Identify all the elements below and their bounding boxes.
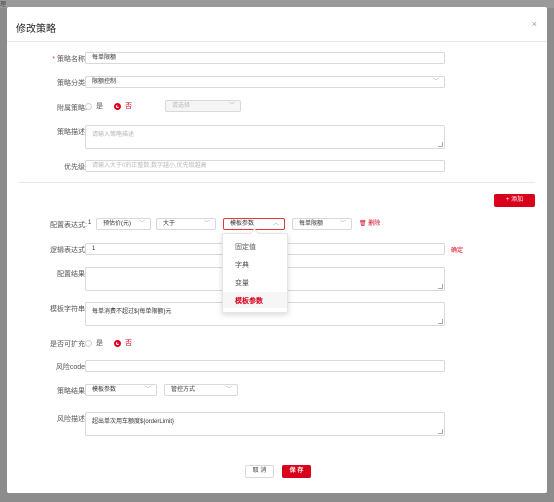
radio-circle (85, 102, 92, 110)
strategy-result-select-2[interactable]: 管控方式 ﹀ (164, 384, 238, 396)
radio-circle-checked (114, 102, 121, 110)
logic-expression-label: 逻辑表达式: (50, 247, 87, 254)
risk-code-input[interactable] (85, 360, 445, 372)
template-string-label: 模板字符串: (50, 306, 87, 313)
config-result-label: 配置结果: (57, 271, 87, 278)
section-divider (19, 182, 535, 183)
cancel-button[interactable]: 取 消 (245, 465, 274, 478)
value-type-dropdown: 固定值 字典 变量 模板参数 (222, 228, 288, 313)
config-index: 1 (88, 220, 92, 226)
extendable-label: 是否可扩充: (50, 341, 87, 348)
chevron-down-icon: ﹀ (203, 221, 210, 227)
confirm-logic-button[interactable]: 确定 (451, 245, 463, 254)
background-text: 理 (0, 2, 7, 8)
attached-strategy-label: 附属策略: (57, 105, 87, 112)
chevron-down-icon: ﹀ (225, 387, 232, 393)
trash-icon: 🗑 (359, 221, 367, 227)
chevron-up-icon: ︿ (272, 221, 279, 227)
dropdown-option-variable[interactable]: 变量 (235, 278, 249, 288)
radio-label-yes: 是 (96, 103, 103, 110)
dropdown-option-template-param[interactable]: 模板参数 (235, 296, 263, 306)
attached-strategy-placeholder: 请选择 (172, 103, 191, 109)
operator-select-value: 大于 (163, 221, 176, 227)
resize-handle-icon[interactable] (438, 319, 443, 324)
chevron-down-icon: ﹀ (432, 79, 439, 85)
dropdown-option-dictionary[interactable]: 字典 (235, 260, 249, 270)
delete-label: 删除 (368, 221, 381, 227)
strategy-description-label: 策略描述: (57, 129, 87, 136)
template-param-select-value: 每单限额 (299, 221, 324, 227)
priority-input[interactable]: 请输入大于0的正整数,数字越小,优先级越高 (85, 160, 445, 172)
risk-description-label: 风险描述: (57, 416, 87, 423)
header-divider (7, 41, 547, 42)
strategy-category-label: 策略分类: (57, 80, 87, 87)
priority-label: 优先级: (64, 164, 87, 171)
resize-handle-icon[interactable] (438, 284, 443, 289)
radio-label-no: 否 (125, 103, 132, 110)
field-select-value: 预估价(元) (103, 221, 131, 227)
extendable-yes-radio[interactable]: 是 (85, 338, 103, 348)
chevron-down-icon: ﹀ (138, 221, 145, 227)
delete-condition-button[interactable]: 🗑 删除 (359, 218, 380, 227)
modal-title: 修改策略 (16, 24, 56, 35)
strategy-category-select[interactable]: 限额控制 ﹀ (85, 76, 445, 88)
template-param-select[interactable]: 每单限额 ﹀ (292, 218, 352, 230)
dropdown-caret (249, 228, 260, 239)
edit-strategy-modal: 修改策略 × * 策略名称: 每单限额 策略分类: 限额控制 ﹀ 附属策略: 是 … (7, 7, 547, 493)
strategy-description-textarea[interactable]: 请输入策略描述 (85, 125, 445, 149)
value-type-select-value: 模板参数 (230, 221, 255, 227)
radio-circle-checked (114, 339, 121, 347)
chevron-down-icon: ﹀ (144, 387, 151, 393)
radio-label-no: 否 (125, 340, 132, 347)
strategy-category-value: 限额控制 (92, 79, 117, 85)
risk-description-textarea[interactable]: 超出单次用车额度${orderLimit} (85, 412, 445, 436)
strategy-result-value-1: 模板参数 (92, 387, 117, 393)
chevron-down-icon: ﹀ (339, 221, 346, 227)
strategy-result-label: 策略结果: (57, 388, 87, 395)
extendable-no-radio[interactable]: 否 (114, 338, 132, 348)
description-placeholder: 请输入策略描述 (92, 132, 135, 138)
close-icon[interactable]: × (532, 19, 537, 29)
attached-strategy-select[interactable]: 请选择 ﹀ (165, 100, 241, 112)
field-select[interactable]: 预估价(元) ﹀ (96, 218, 151, 230)
dropdown-option-fixed[interactable]: 固定值 (235, 242, 256, 252)
add-button[interactable]: + 添加 (494, 194, 535, 207)
risk-code-label: 风险code: (55, 364, 87, 371)
chevron-down-icon: ﹀ (228, 103, 235, 109)
risk-description-value: 超出单次用车额度${orderLimit} (92, 419, 175, 425)
strategy-result-value-2: 管控方式 (171, 387, 196, 393)
config-expression-label: 配置表达式: (50, 222, 87, 229)
radio-circle (85, 339, 92, 347)
template-string-value: 每单消费不超过${每单限额}元 (92, 309, 172, 315)
save-button[interactable]: 保 存 (282, 465, 311, 478)
resize-handle-icon[interactable] (438, 429, 443, 434)
strategy-name-label: * 策略名称: (52, 56, 87, 63)
strategy-name-input[interactable]: 每单限额 (85, 52, 445, 64)
radio-label-yes: 是 (96, 340, 103, 347)
attached-yes-radio[interactable]: 是 (85, 101, 103, 111)
strategy-result-select-1[interactable]: 模板参数 ﹀ (85, 384, 157, 396)
operator-select[interactable]: 大于 ﹀ (156, 218, 216, 230)
resize-handle-icon[interactable] (438, 142, 443, 147)
attached-no-radio[interactable]: 否 (114, 101, 132, 111)
